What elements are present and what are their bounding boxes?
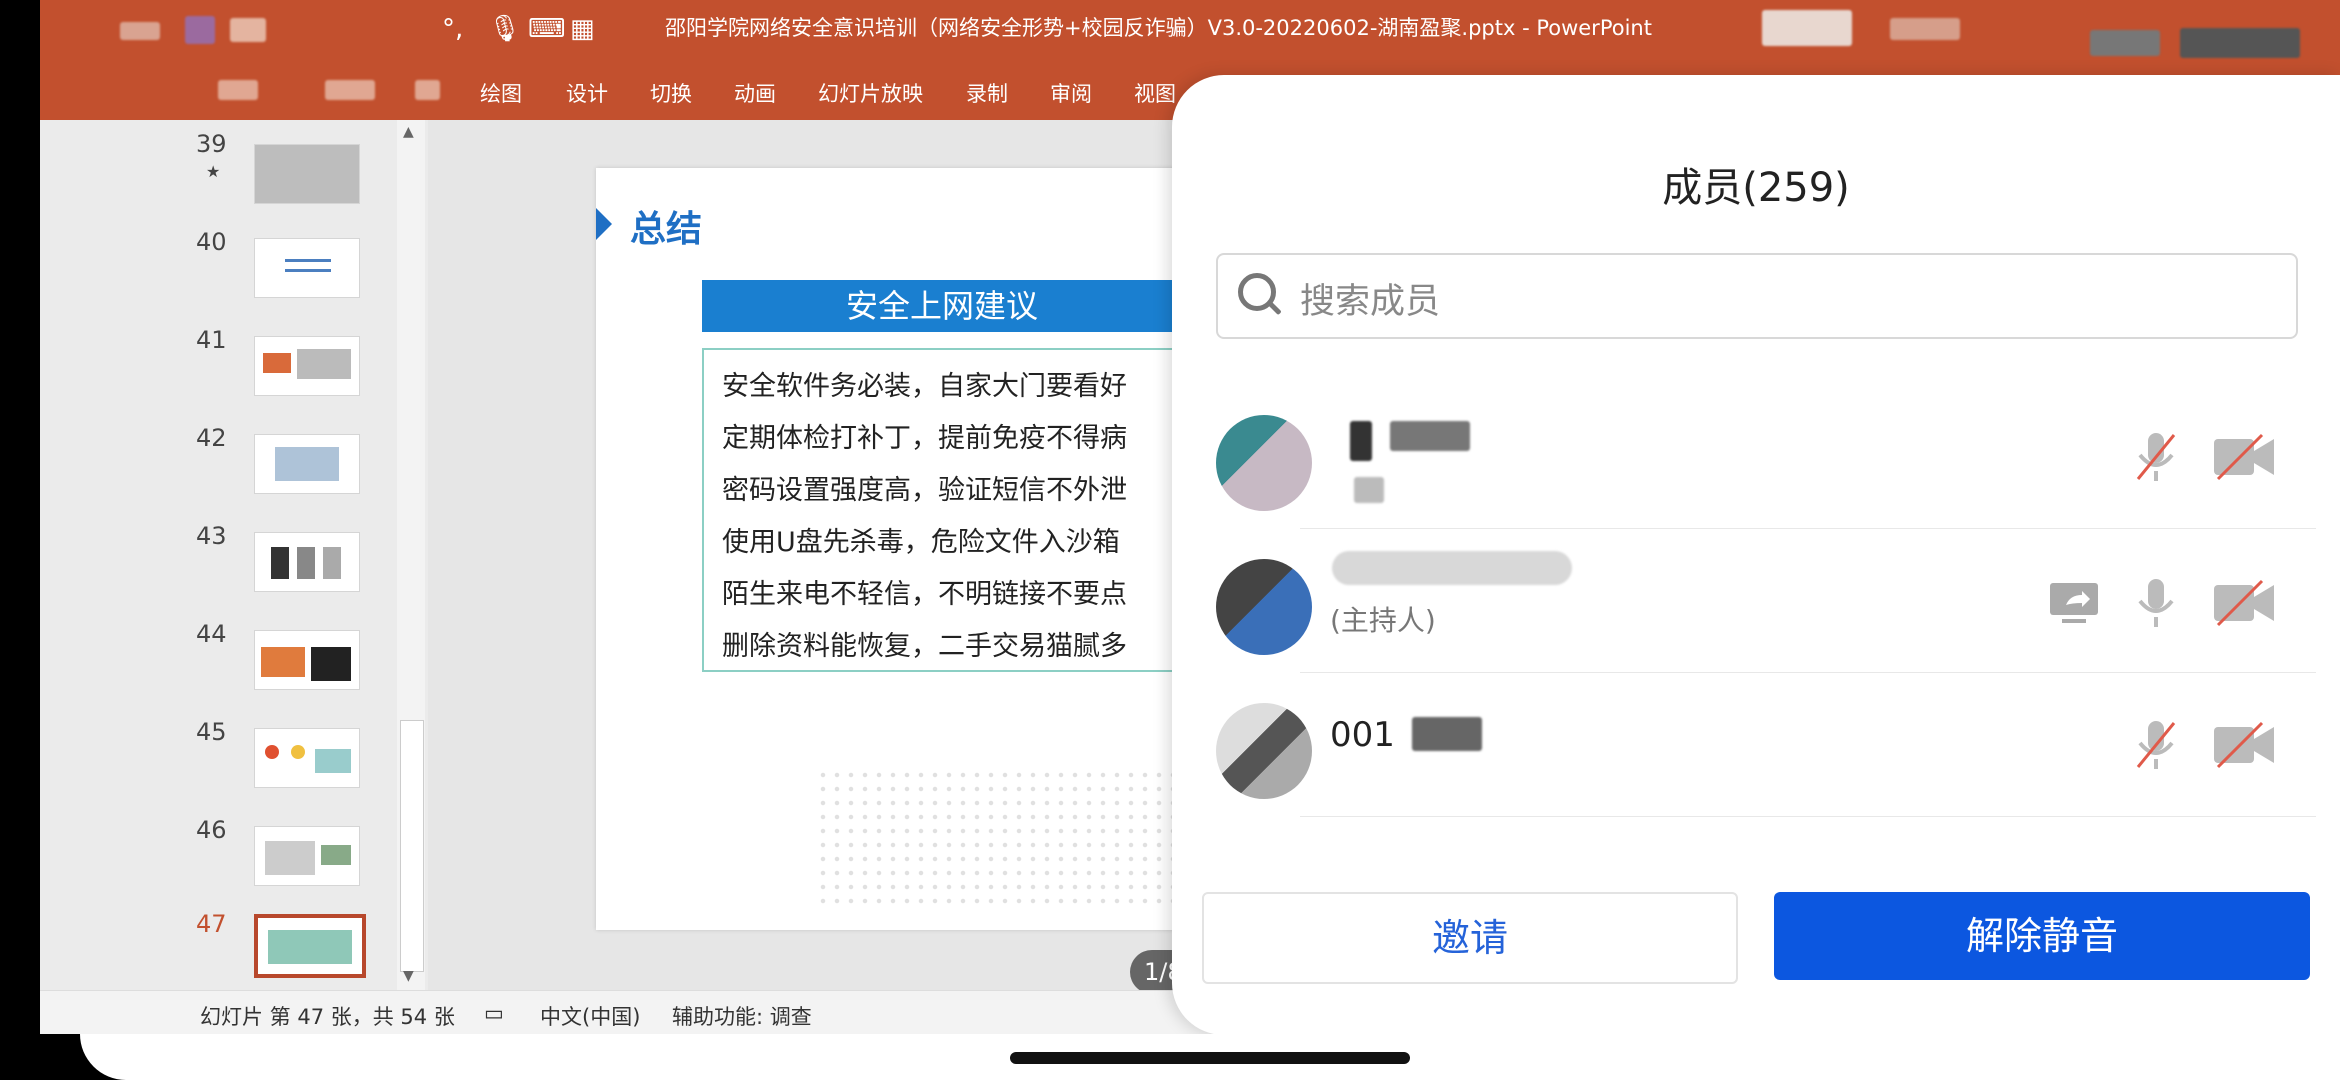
thumbnail-number: 41 — [196, 326, 227, 354]
blurred-region — [218, 80, 258, 100]
blurred-name — [1350, 421, 1372, 461]
advice-box: 安全软件务必装，自家大门要看好 定期体检打补丁，提前免疫不得病 密码设置强度高，… — [702, 348, 1186, 672]
screen-share-icon[interactable] — [2046, 577, 2102, 629]
members-title: 成员(259) — [1662, 165, 1850, 211]
arrow-icon — [596, 208, 612, 240]
blurred-region — [1762, 10, 1852, 46]
slide-heading: 总结 — [630, 209, 703, 250]
slide-thumbnail[interactable] — [254, 144, 360, 204]
member-row[interactable] — [1172, 385, 2340, 529]
thumbnail-number: 45 — [196, 718, 227, 746]
search-icon — [1238, 273, 1276, 311]
thumbnail-number: 43 — [196, 522, 227, 550]
slide-thumbnail[interactable] — [254, 336, 360, 396]
blurred-name — [1354, 477, 1384, 503]
search-placeholder: 搜索成员 — [1300, 282, 1441, 322]
tab-view[interactable]: 视图 — [1134, 78, 1176, 108]
tab-review[interactable]: 审阅 — [1050, 78, 1092, 108]
keyboard-icon[interactable]: ⌨ — [528, 14, 566, 44]
blurred-region — [120, 22, 160, 40]
thumbnail-number-active: 47 — [196, 910, 227, 938]
notes-icon[interactable]: ▭ — [484, 1001, 504, 1025]
thumbnail-number: 40 — [196, 228, 227, 256]
mic-icon[interactable] — [2134, 577, 2178, 629]
blurred-name — [1390, 421, 1470, 451]
tab-draw[interactable]: 绘图 — [480, 78, 522, 108]
mic-muted-icon[interactable] — [2134, 431, 2178, 483]
slide-thumbnail-active[interactable] — [254, 914, 366, 978]
tab-transitions[interactable]: 切换 — [650, 78, 692, 108]
unmute-button[interactable]: 解除静音 — [1774, 892, 2310, 980]
tab-animations[interactable]: 动画 — [734, 78, 776, 108]
slide-thumbnail[interactable] — [254, 434, 360, 494]
screen: °, 🎙 ⌨ ▦ 邵阳学院网络安全意识培训（网络安全形势+校园反诈骗）V3.0-… — [0, 0, 2340, 1080]
host-label: (主持人) — [1330, 604, 1436, 637]
slide-thumbnail[interactable] — [254, 630, 360, 690]
thumbnail-number: 39 — [196, 130, 227, 158]
screen-edge — [0, 0, 40, 1080]
blurred-region — [2090, 30, 2160, 56]
advice-line: 安全软件务必装，自家大门要看好 — [722, 371, 1127, 402]
accessibility-status[interactable]: 辅助功能: 调查 — [672, 1001, 812, 1031]
thumbnail-scrollbar[interactable]: ▲ ▼ — [397, 120, 425, 990]
scroll-up-icon[interactable]: ▲ — [403, 124, 414, 140]
home-indicator[interactable] — [1010, 1052, 1410, 1064]
language-indicator[interactable]: 中文(中国) — [540, 1001, 640, 1031]
advice-line: 陌生来电不轻信，不明链接不要点 — [722, 579, 1127, 610]
camera-off-icon[interactable] — [2212, 431, 2276, 483]
thumbnail-number: 44 — [196, 620, 227, 648]
slide-count: 幻灯片 第 47 张，共 54 张 — [200, 1005, 455, 1029]
touch-mode-icon[interactable]: °, — [442, 14, 463, 44]
slide-thumbnail[interactable] — [254, 532, 360, 592]
blurred-region — [415, 80, 440, 100]
tab-slideshow[interactable]: 幻灯片放映 — [818, 78, 923, 108]
thumbnail-number: 46 — [196, 816, 227, 844]
member-row[interactable]: 001 — [1172, 673, 2340, 817]
slide-thumbnail[interactable] — [254, 728, 360, 788]
slide-thumbnail[interactable] — [254, 238, 360, 298]
slide-thumbnail-panel: 39 ★ 40 41 42 43 44 45 46 47 — [0, 120, 428, 990]
scroll-down-icon[interactable]: ▼ — [403, 968, 414, 984]
box-title: 安全上网建议 — [702, 280, 1182, 332]
search-members-input[interactable]: 搜索成员 — [1216, 253, 2298, 339]
star-icon: ★ — [206, 162, 221, 181]
member-row-host[interactable]: (主持人) — [1172, 529, 2340, 673]
blurred-name — [1332, 551, 1572, 585]
avatar — [1216, 703, 1312, 799]
advice-line: 删除资料能恢复，二手交易猫腻多 — [722, 631, 1127, 662]
members-panel: 成员(259) 搜索成员 (主持人) 001 邀请 解除静音 — [1172, 75, 2340, 1035]
blurred-region — [1890, 18, 1960, 40]
blurred-region — [185, 16, 215, 44]
blurred-region — [325, 80, 375, 100]
scroll-thumb[interactable] — [400, 720, 424, 972]
slide-thumbnail[interactable] — [254, 826, 360, 886]
apps-icon[interactable]: ▦ — [570, 14, 595, 44]
advice-line: 使用U盘先杀毒，危险文件入沙箱 — [722, 527, 1120, 558]
blurred-region — [2180, 28, 2300, 58]
microphone-icon[interactable]: 🎙 — [488, 14, 521, 44]
member-name: 001 — [1330, 715, 1395, 755]
thumbnail-number: 42 — [196, 424, 227, 452]
blurred-region — [230, 18, 266, 42]
avatar — [1216, 415, 1312, 511]
invite-button[interactable]: 邀请 — [1202, 892, 1738, 984]
avatar — [1216, 559, 1312, 655]
camera-off-icon[interactable] — [2212, 719, 2276, 771]
window-title: 邵阳学院网络安全意识培训（网络安全形势+校园反诈骗）V3.0-20220602-… — [665, 16, 1652, 40]
blurred-name — [1412, 717, 1482, 751]
advice-line: 密码设置强度高，验证短信不外泄 — [722, 475, 1127, 506]
advice-line: 定期体检打补丁，提前免疫不得病 — [722, 423, 1127, 454]
title-bar: °, 🎙 ⌨ ▦ 邵阳学院网络安全意识培训（网络安全形势+校园反诈骗）V3.0-… — [0, 0, 2340, 60]
camera-off-icon[interactable] — [2212, 577, 2276, 629]
mic-muted-icon[interactable] — [2134, 719, 2178, 771]
tab-design[interactable]: 设计 — [566, 78, 608, 108]
divider — [1300, 816, 2316, 817]
tab-record[interactable]: 录制 — [966, 78, 1008, 108]
